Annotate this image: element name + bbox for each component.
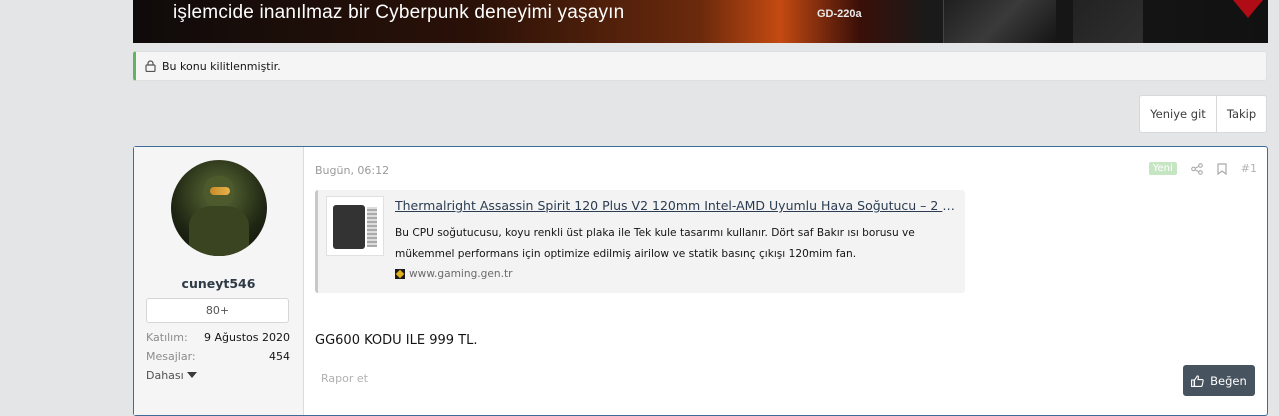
banner-product-image — [943, 0, 1056, 43]
more-toggle[interactable]: Dahası — [146, 369, 197, 382]
banner-product-image-2 — [1073, 0, 1143, 43]
new-badge: Yeni — [1148, 162, 1177, 175]
banner-text: işlemcide inanılmaz bir Cyberpunk deneyi… — [173, 2, 625, 23]
lock-icon — [145, 60, 156, 72]
thread-actions: Yeniye git Takip — [1139, 95, 1267, 133]
banner-model: GD-220a — [817, 8, 862, 20]
user-rank-badge: 80+ — [146, 298, 289, 323]
brand-logo-icon — [1233, 0, 1263, 18]
locked-thread-notice: Bu konu kilitlenmiştir. — [133, 51, 1267, 81]
post: cuneyt546 80+ Katılım: 9 Ağustos 2020 Me… — [133, 146, 1268, 416]
link-preview-title[interactable]: Thermalright Assassin Spirit 120 Plus V2… — [395, 198, 960, 213]
stat-joined: Katılım: 9 Ağustos 2020 — [146, 331, 290, 344]
avatar[interactable] — [171, 160, 267, 256]
thumbnail-heatsink — [367, 207, 377, 247]
favicon-icon — [395, 269, 405, 279]
stat-messages-value: 454 — [269, 350, 290, 363]
follow-button[interactable]: Takip — [1217, 96, 1266, 132]
stat-joined-label: Katılım: — [146, 331, 188, 344]
post-content: Bugün, 06:12 Yeni #1 Thermalright Assass… — [304, 147, 1267, 415]
post-actions: Yeni #1 — [1148, 162, 1257, 175]
caret-down-icon — [186, 372, 197, 378]
username[interactable]: cuneyt546 — [134, 276, 303, 291]
go-to-new-button[interactable]: Yeniye git — [1140, 96, 1217, 132]
link-preview[interactable]: Thermalright Assassin Spirit 120 Plus V2… — [315, 190, 965, 293]
post-message: GG600 KODU ILE 999 TL. — [315, 333, 478, 348]
link-preview-site: www.gaming.gen.tr — [395, 268, 513, 280]
stat-joined-value: 9 Ağustos 2020 — [204, 331, 290, 344]
stat-messages: Mesajlar: 454 — [146, 350, 290, 363]
more-label: Dahası — [146, 369, 184, 382]
promo-banner[interactable]: işlemcide inanılmaz bir Cyberpunk deneyi… — [133, 0, 1268, 43]
like-button[interactable]: Beğen — [1183, 365, 1255, 396]
thumbnail-fan — [333, 205, 365, 249]
stat-messages-label: Mesajlar: — [146, 350, 196, 363]
share-icon[interactable] — [1190, 162, 1203, 175]
post-number[interactable]: #1 — [1241, 162, 1257, 175]
notice-text: Bu konu kilitlenmiştir. — [162, 59, 281, 73]
link-preview-domain: www.gaming.gen.tr — [409, 268, 513, 280]
report-link[interactable]: Rapor et — [321, 372, 368, 385]
bookmark-icon[interactable] — [1217, 162, 1227, 175]
avatar-figure-visor — [210, 187, 230, 195]
like-label: Beğen — [1210, 373, 1247, 388]
post-date[interactable]: Bugün, 06:12 — [315, 164, 389, 177]
user-pane: cuneyt546 80+ Katılım: 9 Ağustos 2020 Me… — [134, 147, 304, 415]
avatar-figure-body — [189, 206, 249, 256]
thumbs-up-icon — [1191, 374, 1204, 387]
link-preview-thumbnail — [326, 196, 384, 256]
link-preview-description: Bu CPU soğutucusu, koyu renkli üst plaka… — [395, 227, 915, 260]
